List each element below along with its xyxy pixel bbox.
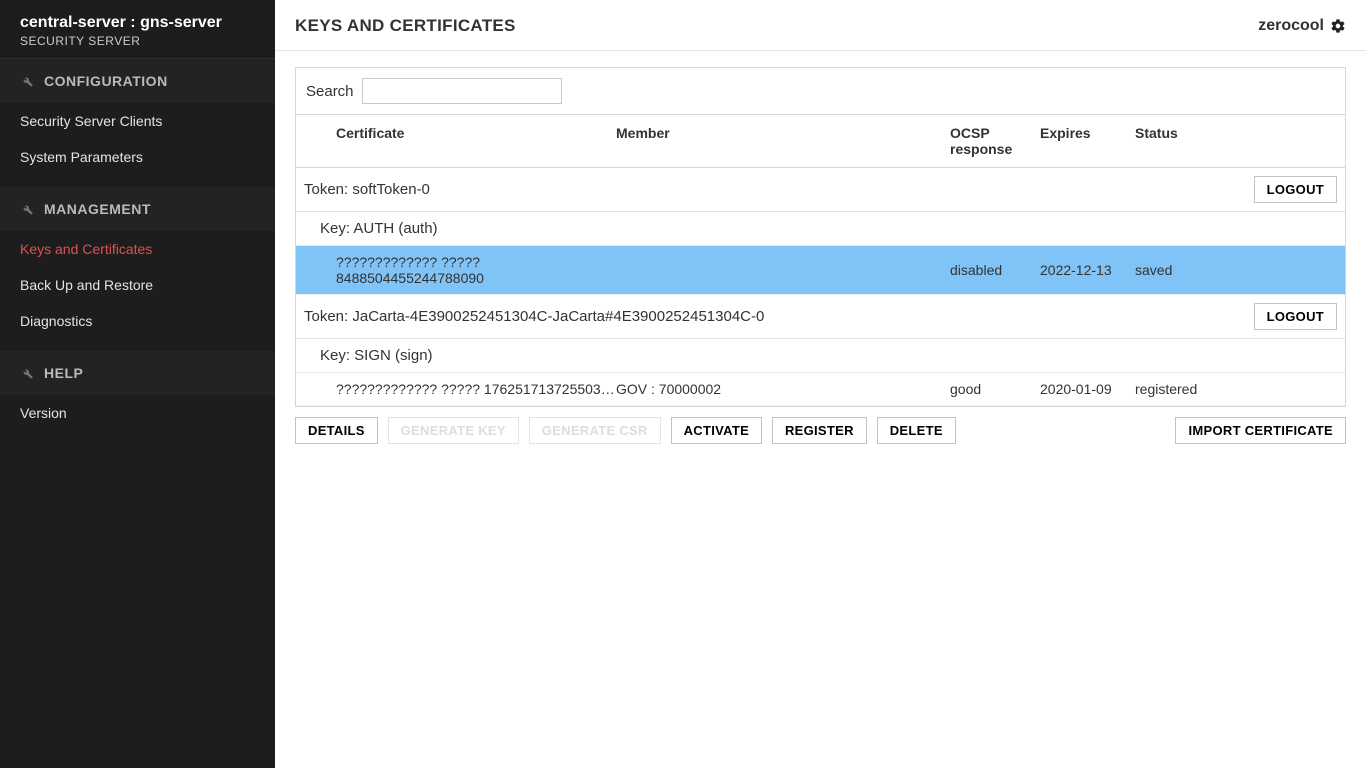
- content: Search Certificate Member OCSP response …: [275, 51, 1366, 460]
- main-area: KEYS AND CERTIFICATES zerocool Search Ce…: [275, 0, 1366, 768]
- wrench-icon: [20, 202, 34, 216]
- key-row[interactable]: Key: AUTH (auth): [296, 212, 1345, 246]
- details-button[interactable]: DETAILS: [295, 417, 378, 444]
- right-buttons: IMPORT CERTIFICATE: [1175, 417, 1346, 444]
- col-action: [1245, 125, 1345, 157]
- cert-name: ????????????? ????? 17625171372550382...: [296, 381, 616, 397]
- topbar: KEYS AND CERTIFICATES zerocool: [275, 0, 1366, 51]
- grid-header: Certificate Member OCSP response Expires…: [296, 115, 1345, 168]
- generate-csr-button[interactable]: GENERATE CSR: [529, 417, 661, 444]
- key-label: Key: AUTH (auth): [296, 220, 1345, 237]
- sidebar-section-help[interactable]: HELP: [0, 351, 275, 395]
- search-label: Search: [306, 83, 354, 100]
- token-row[interactable]: Token: softToken-0 LOGOUT: [296, 168, 1345, 212]
- register-button[interactable]: REGISTER: [772, 417, 867, 444]
- cert-expires: 2022-12-13: [1040, 262, 1135, 278]
- cert-row[interactable]: ????????????? ????? 17625171372550382...…: [296, 373, 1345, 406]
- col-member: Member: [616, 125, 950, 157]
- search-input[interactable]: [362, 78, 562, 104]
- action-bar: DETAILS GENERATE KEY GENERATE CSR ACTIVA…: [295, 417, 1346, 444]
- sidebar-item-security-server-clients[interactable]: Security Server Clients: [0, 103, 275, 139]
- wrench-icon: [20, 366, 34, 380]
- col-expires: Expires: [1040, 125, 1135, 157]
- search-bar: Search: [295, 67, 1346, 115]
- delete-button[interactable]: DELETE: [877, 417, 956, 444]
- sidebar-item-version[interactable]: Version: [0, 395, 275, 431]
- cert-row[interactable]: ????????????? ????? 8488504455244788090 d…: [296, 246, 1345, 295]
- sidebar-section-configuration[interactable]: CONFIGURATION: [0, 59, 275, 103]
- logout-button[interactable]: LOGOUT: [1254, 303, 1337, 330]
- page-title: KEYS AND CERTIFICATES: [295, 16, 516, 36]
- sidebar-item-keys-and-certificates[interactable]: Keys and Certificates: [0, 231, 275, 267]
- sidebar-item-back-up-and-restore[interactable]: Back Up and Restore: [0, 267, 275, 303]
- token-action: LOGOUT: [1245, 303, 1345, 330]
- gear-icon: [1330, 18, 1346, 34]
- sidebar-item-diagnostics[interactable]: Diagnostics: [0, 303, 275, 339]
- token-label: Token: softToken-0: [296, 181, 1245, 198]
- section-label: HELP: [44, 365, 83, 381]
- sidebar-subitems-management: Keys and Certificates Back Up and Restor…: [0, 231, 275, 351]
- col-certificate: Certificate: [296, 125, 616, 157]
- left-buttons: DETAILS GENERATE KEY GENERATE CSR ACTIVA…: [295, 417, 962, 444]
- server-subtitle: SECURITY SERVER: [20, 34, 255, 48]
- user-name: zerocool: [1258, 17, 1324, 35]
- cert-ocsp: good: [950, 381, 1040, 397]
- cert-expires: 2020-01-09: [1040, 381, 1135, 397]
- server-title: central-server : gns-server: [20, 14, 255, 32]
- sidebar-header: central-server : gns-server SECURITY SER…: [0, 0, 275, 59]
- sidebar-item-system-parameters[interactable]: System Parameters: [0, 139, 275, 175]
- sidebar-section-management[interactable]: MANAGEMENT: [0, 187, 275, 231]
- section-label: CONFIGURATION: [44, 73, 168, 89]
- key-row[interactable]: Key: SIGN (sign): [296, 339, 1345, 373]
- col-ocsp: OCSP response: [950, 125, 1040, 157]
- sidebar-subitems-configuration: Security Server Clients System Parameter…: [0, 103, 275, 187]
- token-row[interactable]: Token: JaCarta-4E3900252451304C-JaCarta#…: [296, 295, 1345, 339]
- col-status: Status: [1135, 125, 1245, 157]
- sidebar: central-server : gns-server SECURITY SER…: [0, 0, 275, 768]
- cert-ocsp: disabled: [950, 262, 1040, 278]
- cert-status: registered: [1135, 381, 1245, 397]
- generate-key-button[interactable]: GENERATE KEY: [388, 417, 519, 444]
- user-menu[interactable]: zerocool: [1258, 17, 1346, 35]
- cert-name: ????????????? ????? 8488504455244788090: [296, 254, 616, 286]
- key-label: Key: SIGN (sign): [296, 347, 1345, 364]
- cert-status: saved: [1135, 262, 1245, 278]
- cert-member: GOV : 70000002: [616, 381, 950, 397]
- token-action: LOGOUT: [1245, 176, 1345, 203]
- token-label: Token: JaCarta-4E3900252451304C-JaCarta#…: [296, 308, 1245, 325]
- grid-body: Token: softToken-0 LOGOUT Key: AUTH (auth)…: [296, 168, 1345, 406]
- wrench-icon: [20, 74, 34, 88]
- cert-grid: Certificate Member OCSP response Expires…: [295, 115, 1346, 407]
- activate-button[interactable]: ACTIVATE: [671, 417, 762, 444]
- section-label: MANAGEMENT: [44, 201, 151, 217]
- import-certificate-button[interactable]: IMPORT CERTIFICATE: [1175, 417, 1346, 444]
- sidebar-subitems-help: Version: [0, 395, 275, 443]
- logout-button[interactable]: LOGOUT: [1254, 176, 1337, 203]
